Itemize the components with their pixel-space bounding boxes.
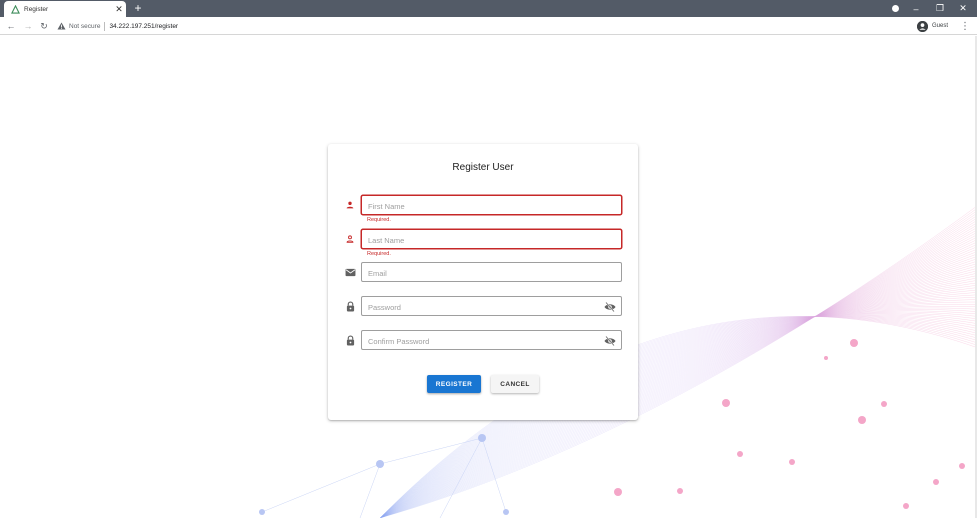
address-divider [104,21,106,31]
first-name-error: Required. [367,217,391,223]
register-card: Register User Required. Required. [328,144,638,420]
browser-tab-strip: Register ✕ + – ❐ ✕ [0,0,977,17]
new-tab-button[interactable]: + [131,1,145,15]
media-indicator-icon[interactable] [887,0,903,17]
kebab-menu-icon[interactable]: ⋮ [960,19,970,33]
password-input[interactable] [362,298,594,317]
visibility-off-icon[interactable] [604,335,616,346]
forward-arrow-icon[interactable]: → [21,17,35,35]
lock-icon [344,300,356,312]
security-label[interactable]: Not secure [69,23,100,30]
email-input[interactable] [362,264,621,283]
visibility-off-icon[interactable] [604,301,616,312]
tab-favicon-icon [10,4,20,14]
tab-title: Register [24,5,49,13]
first-name-input[interactable] [362,197,621,216]
address-bar[interactable]: Not secure 34.222.197.251/register [56,19,906,33]
account-icon [917,20,928,32]
reload-icon[interactable]: ↻ [37,17,51,35]
minimize-icon[interactable]: – [908,0,924,17]
form-title: Register User [452,162,514,173]
person-icon [344,199,356,211]
profile-button[interactable]: Guest [917,19,948,33]
password-field[interactable] [361,296,622,317]
confirm-password-field[interactable] [361,330,622,351]
tab-close-icon[interactable]: ✕ [112,1,126,17]
back-arrow-icon[interactable]: ← [4,17,18,35]
browser-toolbar: ← → ↻ Not secure 34.222.197.251/register… [0,17,977,35]
email-field[interactable] [361,262,622,283]
register-button[interactable]: REGISTER [427,375,481,393]
person-outline-icon [344,233,356,245]
page-viewport: Register User Required. Required. [0,36,977,518]
last-name-field[interactable] [361,229,622,250]
cancel-button[interactable]: CANCEL [491,375,539,393]
lock-icon [344,334,356,346]
first-name-field[interactable] [361,195,622,216]
warning-icon[interactable] [56,21,66,31]
mail-icon [344,266,356,278]
window-close-icon[interactable]: ✕ [955,0,971,17]
confirm-password-input[interactable] [362,332,594,351]
profile-label: Guest [932,23,949,29]
last-name-error: Required. [367,251,391,257]
restore-icon[interactable]: ❐ [932,0,948,17]
browser-tab[interactable]: Register ✕ [4,1,126,17]
last-name-input[interactable] [362,231,621,250]
url-text[interactable]: 34.222.197.251/register [109,23,178,30]
